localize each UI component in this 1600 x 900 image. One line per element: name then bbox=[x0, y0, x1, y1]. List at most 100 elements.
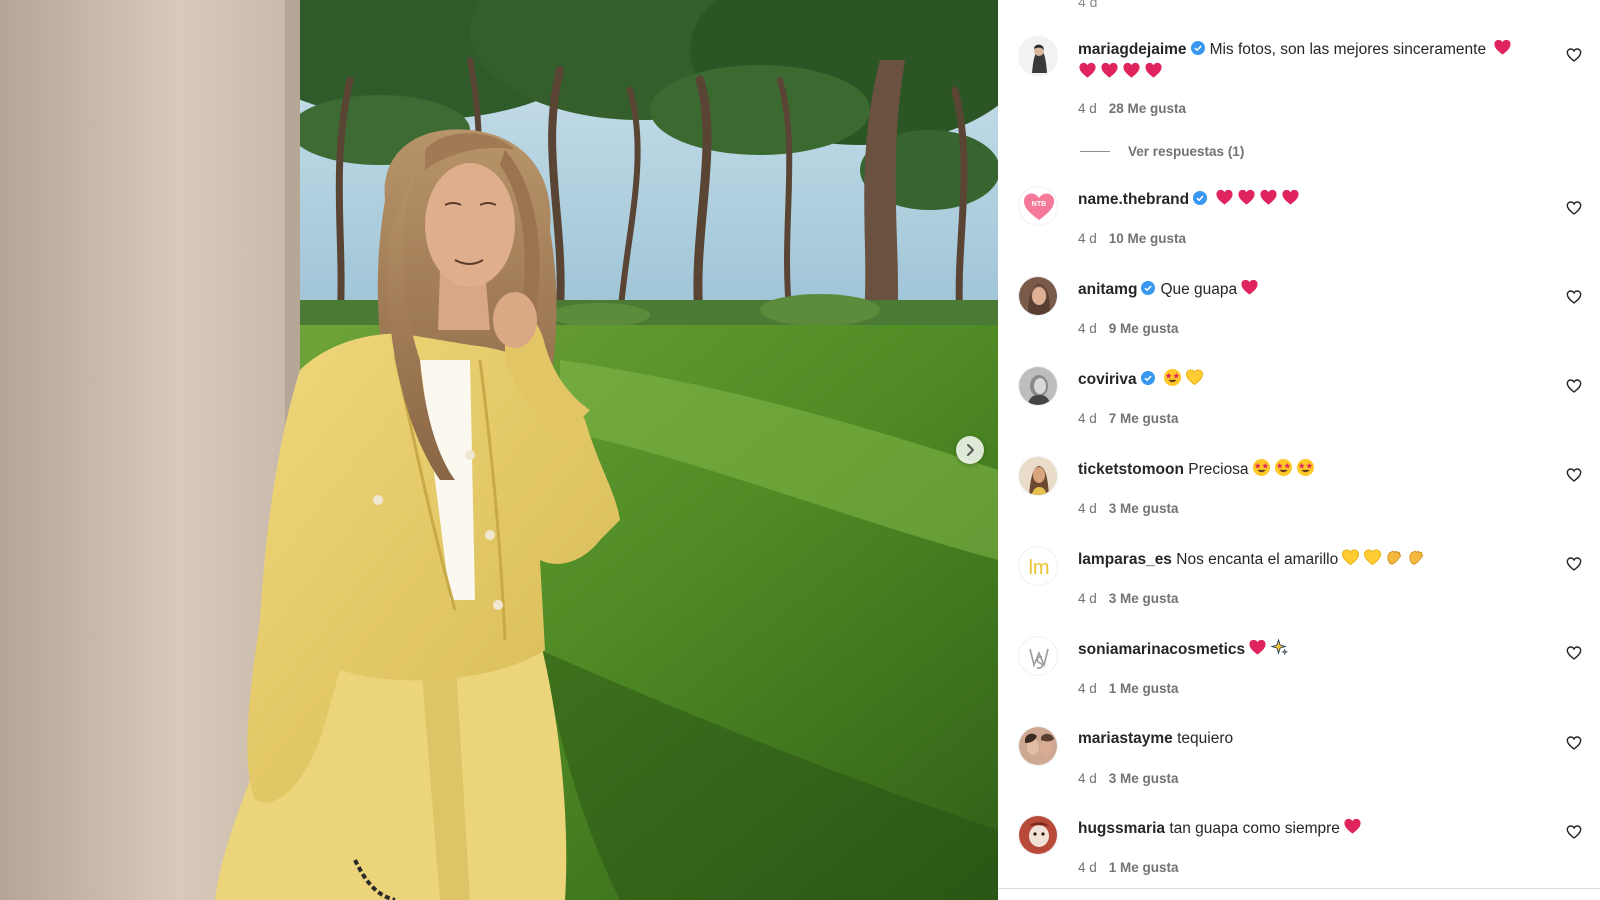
star-struck-emoji-icon bbox=[1163, 368, 1182, 387]
star-struck-emoji-icon bbox=[1296, 458, 1315, 477]
like-comment-button[interactable] bbox=[1566, 378, 1582, 394]
comment-meta: 4 d 3 Me gusta bbox=[1078, 771, 1179, 786]
comment-content: soniamarinacosmetics bbox=[1078, 638, 1538, 661]
replies-divider bbox=[1080, 151, 1110, 152]
comment-likes[interactable]: 28 Me gusta bbox=[1109, 101, 1186, 116]
comment-username[interactable]: hugssmaria bbox=[1078, 820, 1165, 837]
avatar[interactable] bbox=[1018, 366, 1058, 406]
like-comment-button[interactable] bbox=[1566, 824, 1582, 840]
comment-text: tequiero bbox=[1177, 730, 1234, 747]
comment-text: Que guapa bbox=[1160, 281, 1238, 298]
comment-likes[interactable]: 7 Me gusta bbox=[1109, 411, 1179, 426]
comment-likes[interactable]: 1 Me gusta bbox=[1109, 681, 1179, 696]
comment-meta: 4 d 7 Me gusta bbox=[1078, 411, 1179, 426]
comment-username[interactable]: ticketstomoon bbox=[1078, 461, 1184, 478]
comment-meta: 4 d 28 Me gusta bbox=[1078, 101, 1186, 116]
comment-meta: 4 d 10 Me gusta bbox=[1078, 231, 1186, 246]
avatar[interactable] bbox=[1018, 815, 1058, 855]
avatar[interactable] bbox=[1018, 276, 1058, 316]
comment-meta: 4 d 3 Me gusta bbox=[1078, 501, 1179, 516]
red-heart-emoji-icon bbox=[1144, 61, 1163, 80]
like-comment-button[interactable] bbox=[1566, 556, 1582, 572]
comment-username[interactable]: mariagdejaime bbox=[1078, 41, 1187, 58]
comment-age: 4 d bbox=[1078, 321, 1097, 336]
comment-age: 4 d bbox=[1078, 591, 1097, 606]
comment-meta: 4 d 1 Me gusta bbox=[1078, 681, 1179, 696]
comment-meta: 4 d 9 Me gusta bbox=[1078, 321, 1179, 336]
next-photo-button[interactable] bbox=[956, 436, 984, 464]
comment-username[interactable]: lamparas_es bbox=[1078, 551, 1172, 568]
avatar[interactable] bbox=[1018, 726, 1058, 766]
heart-outline-icon bbox=[1566, 201, 1582, 215]
comment-likes[interactable]: 3 Me gusta bbox=[1109, 501, 1179, 516]
star-struck-emoji-icon bbox=[1274, 458, 1293, 477]
comment-likes[interactable]: 9 Me gusta bbox=[1109, 321, 1179, 336]
red-heart-emoji-icon bbox=[1100, 61, 1119, 80]
sparkles-emoji-icon bbox=[1270, 638, 1289, 657]
comment-content: mariagdejaime Mis fotos, son las mejores … bbox=[1078, 38, 1538, 84]
comment-age: 4 d bbox=[1078, 101, 1097, 116]
avatar-monogram: lm bbox=[1028, 557, 1049, 579]
like-comment-button[interactable] bbox=[1566, 467, 1582, 483]
view-replies-button[interactable]: Ver respuestas (1) bbox=[1080, 144, 1244, 159]
comment-username[interactable]: mariastayme bbox=[1078, 730, 1173, 747]
red-heart-emoji-icon bbox=[1215, 188, 1234, 207]
view-replies-label: Ver respuestas (1) bbox=[1128, 144, 1245, 159]
photo-scene bbox=[0, 0, 998, 900]
comment-content: name.thebrand bbox=[1078, 188, 1538, 211]
red-heart-emoji-icon bbox=[1237, 188, 1256, 207]
yellow-heart-emoji-icon bbox=[1341, 548, 1360, 567]
comment-username[interactable]: anitamg bbox=[1078, 281, 1137, 298]
comments-panel: 4 d mariagdejaime Mis fotos, son las mejo… bbox=[998, 0, 1600, 900]
heart-outline-icon bbox=[1566, 290, 1582, 304]
clap-emoji-icon bbox=[1407, 548, 1426, 567]
like-comment-button[interactable] bbox=[1566, 645, 1582, 661]
heart-outline-icon bbox=[1566, 825, 1582, 839]
comment-likes[interactable]: 3 Me gusta bbox=[1109, 771, 1179, 786]
comment-username[interactable]: coviriva bbox=[1078, 371, 1137, 388]
comment-likes[interactable]: 10 Me gusta bbox=[1109, 231, 1186, 246]
red-heart-emoji-icon bbox=[1259, 188, 1278, 207]
comment-content: hugssmaria tan guapa como siempre bbox=[1078, 817, 1538, 840]
svg-text:NTB: NTB bbox=[1032, 201, 1046, 208]
avatar[interactable] bbox=[1018, 636, 1058, 676]
comment-text: Preciosa bbox=[1188, 461, 1249, 478]
comments-divider bbox=[998, 888, 1600, 900]
like-comment-button[interactable] bbox=[1566, 47, 1582, 63]
comment-content: mariastayme tequiero bbox=[1078, 728, 1538, 750]
like-comment-button[interactable] bbox=[1566, 289, 1582, 305]
comment-age: 4 d bbox=[1078, 681, 1097, 696]
avatar[interactable] bbox=[1018, 36, 1058, 76]
comment-username[interactable]: soniamarinacosmetics bbox=[1078, 641, 1245, 658]
verified-badge-icon bbox=[1140, 371, 1155, 385]
heart-outline-icon bbox=[1566, 557, 1582, 571]
clap-emoji-icon bbox=[1385, 548, 1404, 567]
avatar[interactable]: lm bbox=[1018, 546, 1058, 586]
heart-outline-icon bbox=[1566, 736, 1582, 750]
red-heart-emoji-icon bbox=[1281, 188, 1300, 207]
red-heart-emoji-icon bbox=[1240, 278, 1259, 297]
chevron-right-icon bbox=[967, 444, 974, 456]
comment-content: ticketstomoon Preciosa bbox=[1078, 458, 1538, 481]
comment-age: 4 d bbox=[1078, 501, 1097, 516]
red-heart-emoji-icon bbox=[1493, 38, 1512, 57]
avatar[interactable] bbox=[1018, 456, 1058, 496]
avatar[interactable]: NTB bbox=[1018, 186, 1058, 226]
post-photo[interactable] bbox=[0, 0, 998, 900]
previous-comment-age: 4 d bbox=[1078, 0, 1098, 10]
comment-username[interactable]: name.thebrand bbox=[1078, 191, 1189, 208]
like-comment-button[interactable] bbox=[1566, 735, 1582, 751]
comment-meta: 4 d 3 Me gusta bbox=[1078, 591, 1179, 606]
red-heart-emoji-icon bbox=[1343, 817, 1362, 836]
red-heart-emoji-icon bbox=[1122, 61, 1141, 80]
verified-badge-icon bbox=[1190, 41, 1205, 55]
comment-content: coviriva bbox=[1078, 368, 1538, 391]
like-comment-button[interactable] bbox=[1566, 200, 1582, 216]
comment-likes[interactable]: 3 Me gusta bbox=[1109, 591, 1179, 606]
comment-content: anitamg Que guapa bbox=[1078, 278, 1538, 301]
heart-outline-icon bbox=[1566, 379, 1582, 393]
verified-badge-icon bbox=[1193, 191, 1208, 205]
comment-text: Nos encanta el amarillo bbox=[1176, 551, 1339, 568]
comment-likes[interactable]: 1 Me gusta bbox=[1109, 860, 1179, 875]
comment-content: lamparas_es Nos encanta el amarillo bbox=[1078, 548, 1538, 571]
